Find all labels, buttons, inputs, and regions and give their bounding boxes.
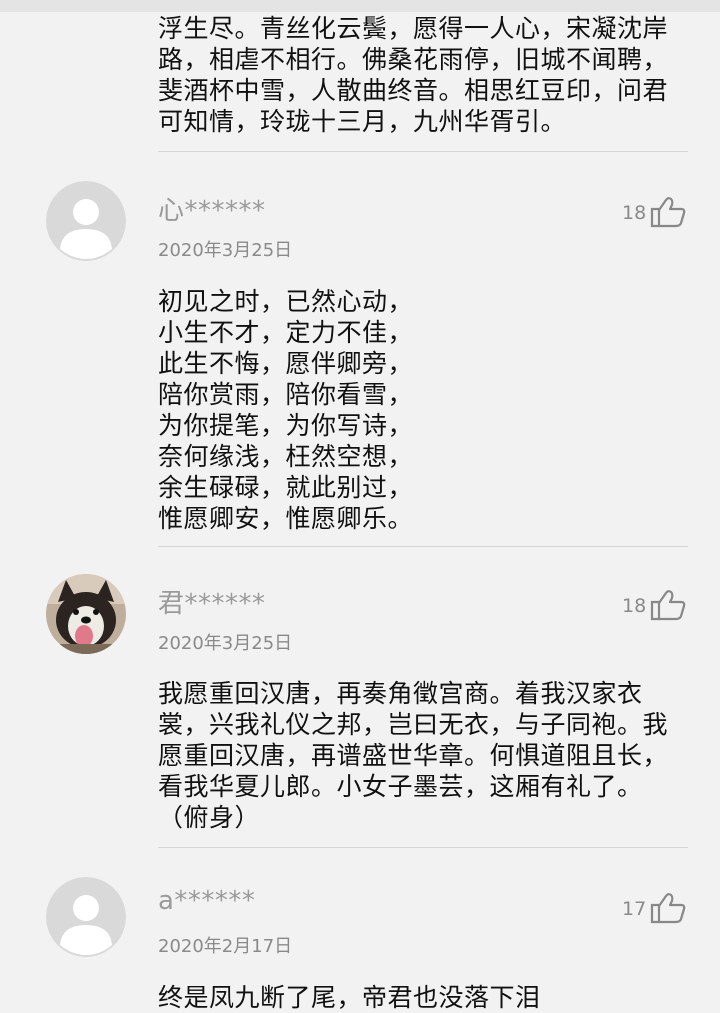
comment-date: 2020年3月25日 xyxy=(158,633,293,654)
username[interactable]: 君****** xyxy=(158,583,266,620)
comment-divider xyxy=(158,546,688,547)
top-edge-bar xyxy=(0,0,720,12)
like-count: 17 xyxy=(622,898,647,920)
default-avatar-icon[interactable] xyxy=(46,181,126,261)
comment-divider xyxy=(158,847,688,848)
comment-date: 2020年2月17日 xyxy=(158,936,293,957)
comment-divider xyxy=(158,151,688,152)
like-count: 18 xyxy=(622,202,647,224)
like-count: 18 xyxy=(622,595,647,617)
comment-text: 浮生尽。青丝化云鬓，愿得一人心，宋凝沈岸 路，相虐不相行。佛桑花雨停，旧城不闻聘… xyxy=(158,14,669,136)
comment-text: 初见之时，已然心动， 小生不才，定力不佳， 此生不悔，愿伴卿旁， 陪你赏雨，陪你… xyxy=(158,287,414,533)
username[interactable]: a****** xyxy=(158,886,255,916)
thumbs-up-icon[interactable] xyxy=(650,892,686,924)
comment-text: 终是凤九断了尾，帝君也没落下泪 xyxy=(158,983,541,1012)
thumbs-up-icon[interactable] xyxy=(650,196,686,228)
dog-avatar-icon[interactable] xyxy=(46,574,126,654)
comment-text: 我愿重回汉唐，再奏角徵宫商。着我汉家衣 裳，兴我礼仪之邦，岂曰无衣，与子同袍。我… xyxy=(158,679,669,832)
comment-date: 2020年3月25日 xyxy=(158,240,293,261)
default-avatar-icon[interactable] xyxy=(46,877,126,957)
thumbs-up-icon[interactable] xyxy=(650,589,686,621)
username[interactable]: 心****** xyxy=(158,190,266,227)
